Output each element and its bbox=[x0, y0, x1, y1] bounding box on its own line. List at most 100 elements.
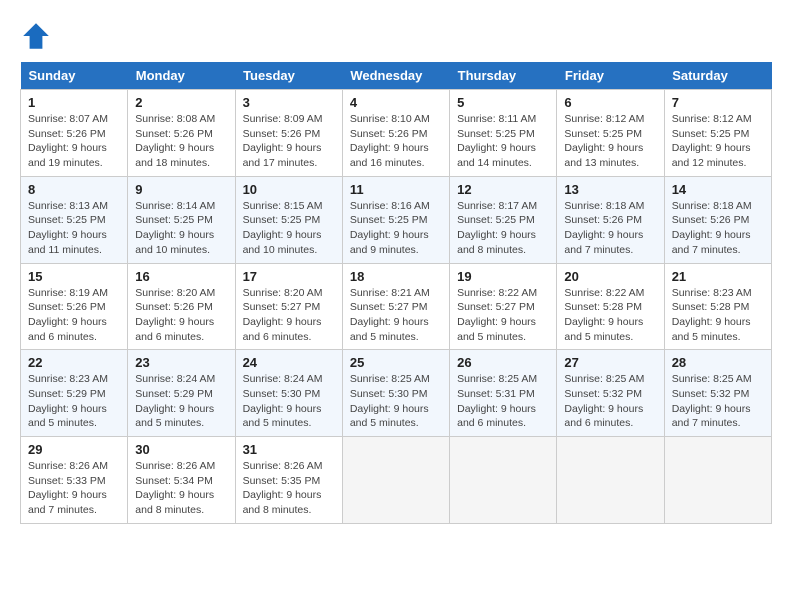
logo bbox=[20, 20, 56, 52]
day-number: 12 bbox=[457, 182, 549, 197]
day-cell: 15 Sunrise: 8:19 AM Sunset: 5:26 PM Dayli… bbox=[21, 263, 128, 350]
day-cell: 3 Sunrise: 8:09 AM Sunset: 5:26 PM Daylig… bbox=[235, 90, 342, 177]
day-cell: 9 Sunrise: 8:14 AM Sunset: 5:25 PM Daylig… bbox=[128, 176, 235, 263]
day-number: 4 bbox=[350, 95, 442, 110]
day-cell: 31 Sunrise: 8:26 AM Sunset: 5:35 PM Dayli… bbox=[235, 437, 342, 524]
day-number: 21 bbox=[672, 269, 764, 284]
day-cell bbox=[450, 437, 557, 524]
week-row-4: 22Sunrise: 8:23 AM Sunset: 5:29 PM Dayli… bbox=[21, 350, 772, 437]
day-cell: 25Sunrise: 8:25 AM Sunset: 5:30 PM Dayli… bbox=[342, 350, 449, 437]
day-number: 15 bbox=[28, 269, 120, 284]
day-cell: 6 Sunrise: 8:12 AM Sunset: 5:25 PM Daylig… bbox=[557, 90, 664, 177]
day-number: 10 bbox=[243, 182, 335, 197]
day-cell: 13 Sunrise: 8:18 AM Sunset: 5:26 PM Dayli… bbox=[557, 176, 664, 263]
col-header-thursday: Thursday bbox=[450, 62, 557, 90]
day-number: 13 bbox=[564, 182, 656, 197]
day-cell: 22Sunrise: 8:23 AM Sunset: 5:29 PM Dayli… bbox=[21, 350, 128, 437]
day-info: Sunrise: 8:22 AM Sunset: 5:27 PM Dayligh… bbox=[457, 286, 549, 345]
day-number: 30 bbox=[135, 442, 227, 457]
day-number: 2 bbox=[135, 95, 227, 110]
day-cell: 27 Sunrise: 8:25 AM Sunset: 5:32 PM Dayli… bbox=[557, 350, 664, 437]
day-info: Sunrise: 8:20 AM Sunset: 5:27 PM Dayligh… bbox=[243, 286, 335, 345]
day-info: Sunrise: 8:20 AM Sunset: 5:26 PM Dayligh… bbox=[135, 286, 227, 345]
day-info: Sunrise: 8:25 AM Sunset: 5:32 PM Dayligh… bbox=[564, 372, 656, 431]
day-number: 5 bbox=[457, 95, 549, 110]
day-cell: 1 Sunrise: 8:07 AM Sunset: 5:26 PM Daylig… bbox=[21, 90, 128, 177]
day-info: Sunrise: 8:24 AM Sunset: 5:30 PM Dayligh… bbox=[243, 372, 335, 431]
week-row-2: 8 Sunrise: 8:13 AM Sunset: 5:25 PM Daylig… bbox=[21, 176, 772, 263]
day-info: Sunrise: 8:12 AM Sunset: 5:25 PM Dayligh… bbox=[564, 112, 656, 171]
day-number: 22 bbox=[28, 355, 120, 370]
day-info: Sunrise: 8:16 AM Sunset: 5:25 PM Dayligh… bbox=[350, 199, 442, 258]
col-header-sunday: Sunday bbox=[21, 62, 128, 90]
day-number: 7 bbox=[672, 95, 764, 110]
day-number: 20 bbox=[564, 269, 656, 284]
day-number: 17 bbox=[243, 269, 335, 284]
week-row-1: 1 Sunrise: 8:07 AM Sunset: 5:26 PM Daylig… bbox=[21, 90, 772, 177]
day-number: 11 bbox=[350, 182, 442, 197]
day-number: 9 bbox=[135, 182, 227, 197]
day-info: Sunrise: 8:15 AM Sunset: 5:25 PM Dayligh… bbox=[243, 199, 335, 258]
day-info: Sunrise: 8:13 AM Sunset: 5:25 PM Dayligh… bbox=[28, 199, 120, 258]
day-info: Sunrise: 8:25 AM Sunset: 5:32 PM Dayligh… bbox=[672, 372, 764, 431]
day-info: Sunrise: 8:25 AM Sunset: 5:30 PM Dayligh… bbox=[350, 372, 442, 431]
day-cell: 2 Sunrise: 8:08 AM Sunset: 5:26 PM Daylig… bbox=[128, 90, 235, 177]
day-info: Sunrise: 8:18 AM Sunset: 5:26 PM Dayligh… bbox=[672, 199, 764, 258]
day-cell: 23Sunrise: 8:24 AM Sunset: 5:29 PM Dayli… bbox=[128, 350, 235, 437]
day-cell bbox=[342, 437, 449, 524]
day-number: 29 bbox=[28, 442, 120, 457]
calendar-table: SundayMondayTuesdayWednesdayThursdayFrid… bbox=[20, 62, 772, 524]
day-number: 8 bbox=[28, 182, 120, 197]
day-info: Sunrise: 8:25 AM Sunset: 5:31 PM Dayligh… bbox=[457, 372, 549, 431]
day-cell bbox=[664, 437, 771, 524]
day-info: Sunrise: 8:09 AM Sunset: 5:26 PM Dayligh… bbox=[243, 112, 335, 171]
col-header-tuesday: Tuesday bbox=[235, 62, 342, 90]
day-cell: 14Sunrise: 8:18 AM Sunset: 5:26 PM Dayli… bbox=[664, 176, 771, 263]
day-cell: 5Sunrise: 8:11 AM Sunset: 5:25 PM Daylig… bbox=[450, 90, 557, 177]
day-info: Sunrise: 8:22 AM Sunset: 5:28 PM Dayligh… bbox=[564, 286, 656, 345]
day-number: 24 bbox=[243, 355, 335, 370]
day-cell: 30Sunrise: 8:26 AM Sunset: 5:34 PM Dayli… bbox=[128, 437, 235, 524]
day-number: 27 bbox=[564, 355, 656, 370]
day-info: Sunrise: 8:18 AM Sunset: 5:26 PM Dayligh… bbox=[564, 199, 656, 258]
header-row: SundayMondayTuesdayWednesdayThursdayFrid… bbox=[21, 62, 772, 90]
day-cell: 28 Sunrise: 8:25 AM Sunset: 5:32 PM Dayli… bbox=[664, 350, 771, 437]
day-info: Sunrise: 8:26 AM Sunset: 5:33 PM Dayligh… bbox=[28, 459, 120, 518]
week-row-5: 29 Sunrise: 8:26 AM Sunset: 5:33 PM Dayli… bbox=[21, 437, 772, 524]
day-number: 6 bbox=[564, 95, 656, 110]
col-header-saturday: Saturday bbox=[664, 62, 771, 90]
day-cell: 29 Sunrise: 8:26 AM Sunset: 5:33 PM Dayli… bbox=[21, 437, 128, 524]
day-cell: 17 Sunrise: 8:20 AM Sunset: 5:27 PM Dayli… bbox=[235, 263, 342, 350]
day-cell: 16 Sunrise: 8:20 AM Sunset: 5:26 PM Dayli… bbox=[128, 263, 235, 350]
day-info: Sunrise: 8:14 AM Sunset: 5:25 PM Dayligh… bbox=[135, 199, 227, 258]
day-info: Sunrise: 8:08 AM Sunset: 5:26 PM Dayligh… bbox=[135, 112, 227, 171]
day-number: 16 bbox=[135, 269, 227, 284]
day-cell: 19Sunrise: 8:22 AM Sunset: 5:27 PM Dayli… bbox=[450, 263, 557, 350]
day-number: 28 bbox=[672, 355, 764, 370]
header bbox=[20, 20, 772, 52]
day-number: 26 bbox=[457, 355, 549, 370]
day-info: Sunrise: 8:19 AM Sunset: 5:26 PM Dayligh… bbox=[28, 286, 120, 345]
col-header-friday: Friday bbox=[557, 62, 664, 90]
day-cell: 21Sunrise: 8:23 AM Sunset: 5:28 PM Dayli… bbox=[664, 263, 771, 350]
day-cell: 24 Sunrise: 8:24 AM Sunset: 5:30 PM Dayli… bbox=[235, 350, 342, 437]
day-cell: 12 Sunrise: 8:17 AM Sunset: 5:25 PM Dayli… bbox=[450, 176, 557, 263]
day-cell: 7 Sunrise: 8:12 AM Sunset: 5:25 PM Daylig… bbox=[664, 90, 771, 177]
day-number: 31 bbox=[243, 442, 335, 457]
day-cell: 10 Sunrise: 8:15 AM Sunset: 5:25 PM Dayli… bbox=[235, 176, 342, 263]
day-cell bbox=[557, 437, 664, 524]
day-number: 3 bbox=[243, 95, 335, 110]
day-number: 1 bbox=[28, 95, 120, 110]
day-cell: 4Sunrise: 8:10 AM Sunset: 5:26 PM Daylig… bbox=[342, 90, 449, 177]
week-row-3: 15 Sunrise: 8:19 AM Sunset: 5:26 PM Dayli… bbox=[21, 263, 772, 350]
day-info: Sunrise: 8:17 AM Sunset: 5:25 PM Dayligh… bbox=[457, 199, 549, 258]
day-cell: 20 Sunrise: 8:22 AM Sunset: 5:28 PM Dayli… bbox=[557, 263, 664, 350]
calendar-body: 1 Sunrise: 8:07 AM Sunset: 5:26 PM Daylig… bbox=[21, 90, 772, 524]
day-number: 18 bbox=[350, 269, 442, 284]
day-info: Sunrise: 8:21 AM Sunset: 5:27 PM Dayligh… bbox=[350, 286, 442, 345]
day-cell: 11 Sunrise: 8:16 AM Sunset: 5:25 PM Dayli… bbox=[342, 176, 449, 263]
day-info: Sunrise: 8:07 AM Sunset: 5:26 PM Dayligh… bbox=[28, 112, 120, 171]
day-info: Sunrise: 8:12 AM Sunset: 5:25 PM Dayligh… bbox=[672, 112, 764, 171]
logo-icon bbox=[20, 20, 52, 52]
day-info: Sunrise: 8:26 AM Sunset: 5:35 PM Dayligh… bbox=[243, 459, 335, 518]
